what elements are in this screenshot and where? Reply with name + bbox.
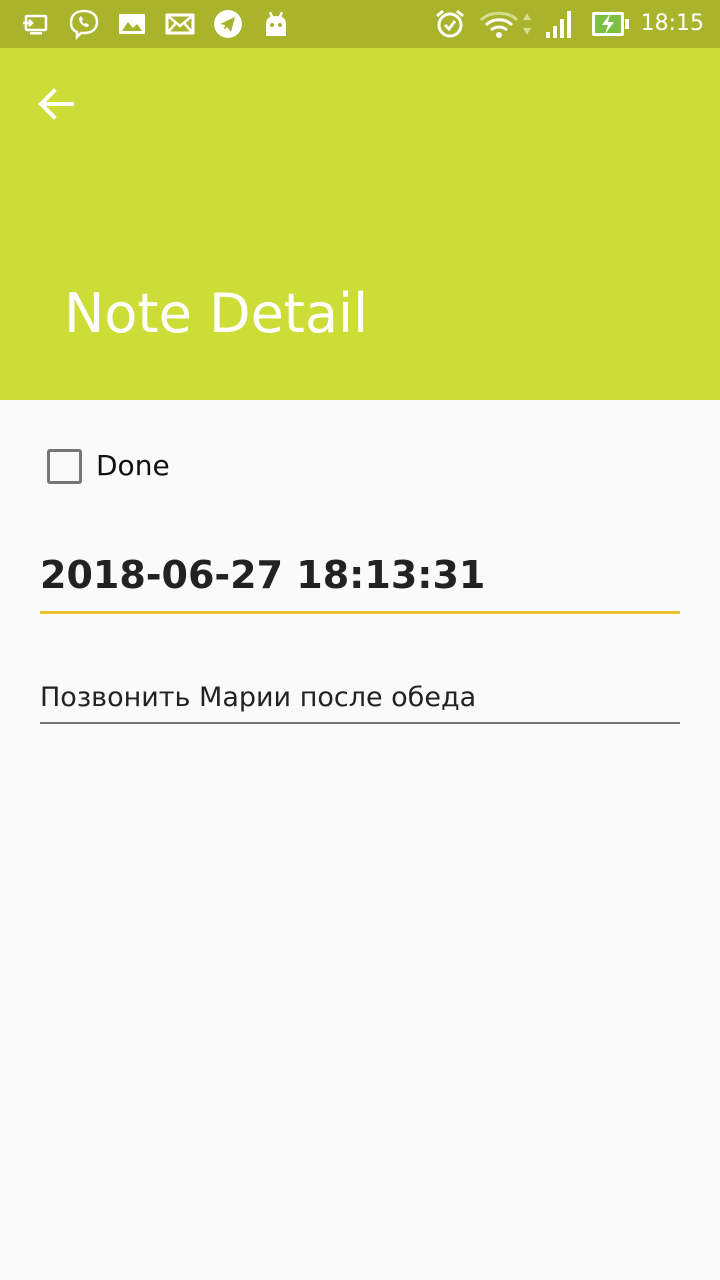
android-icon <box>266 11 286 36</box>
date-field[interactable]: 2018-06-27 18:13:31 <box>40 545 680 614</box>
page-title: Note Detail <box>64 282 369 345</box>
battery-charging-icon <box>592 12 629 36</box>
done-label: Done <box>96 449 170 482</box>
wifi-icon <box>479 11 531 38</box>
arrow-back-icon <box>38 88 74 120</box>
alarm-icon <box>436 9 464 38</box>
viber-icon <box>69 9 99 40</box>
cast-screen-icon <box>23 14 48 35</box>
status-bar: 18:15 <box>0 0 720 48</box>
signal-icon <box>546 11 571 38</box>
note-field[interactable]: Позвонить Марии после обеда <box>40 676 680 724</box>
telegram-icon <box>214 10 242 38</box>
image-icon <box>119 14 145 34</box>
done-checkbox[interactable] <box>47 449 82 484</box>
status-time: 18:15 <box>640 11 704 36</box>
note-value: Позвонить Марии после обеда <box>40 682 477 713</box>
mail-icon <box>165 13 195 35</box>
date-value: 2018-06-27 18:13:31 <box>40 553 486 597</box>
back-button[interactable] <box>24 72 88 136</box>
app-bar: Note Detail <box>0 48 720 400</box>
note-detail-form: Done 2018-06-27 18:13:31 Позвонить Марии… <box>0 400 720 1280</box>
